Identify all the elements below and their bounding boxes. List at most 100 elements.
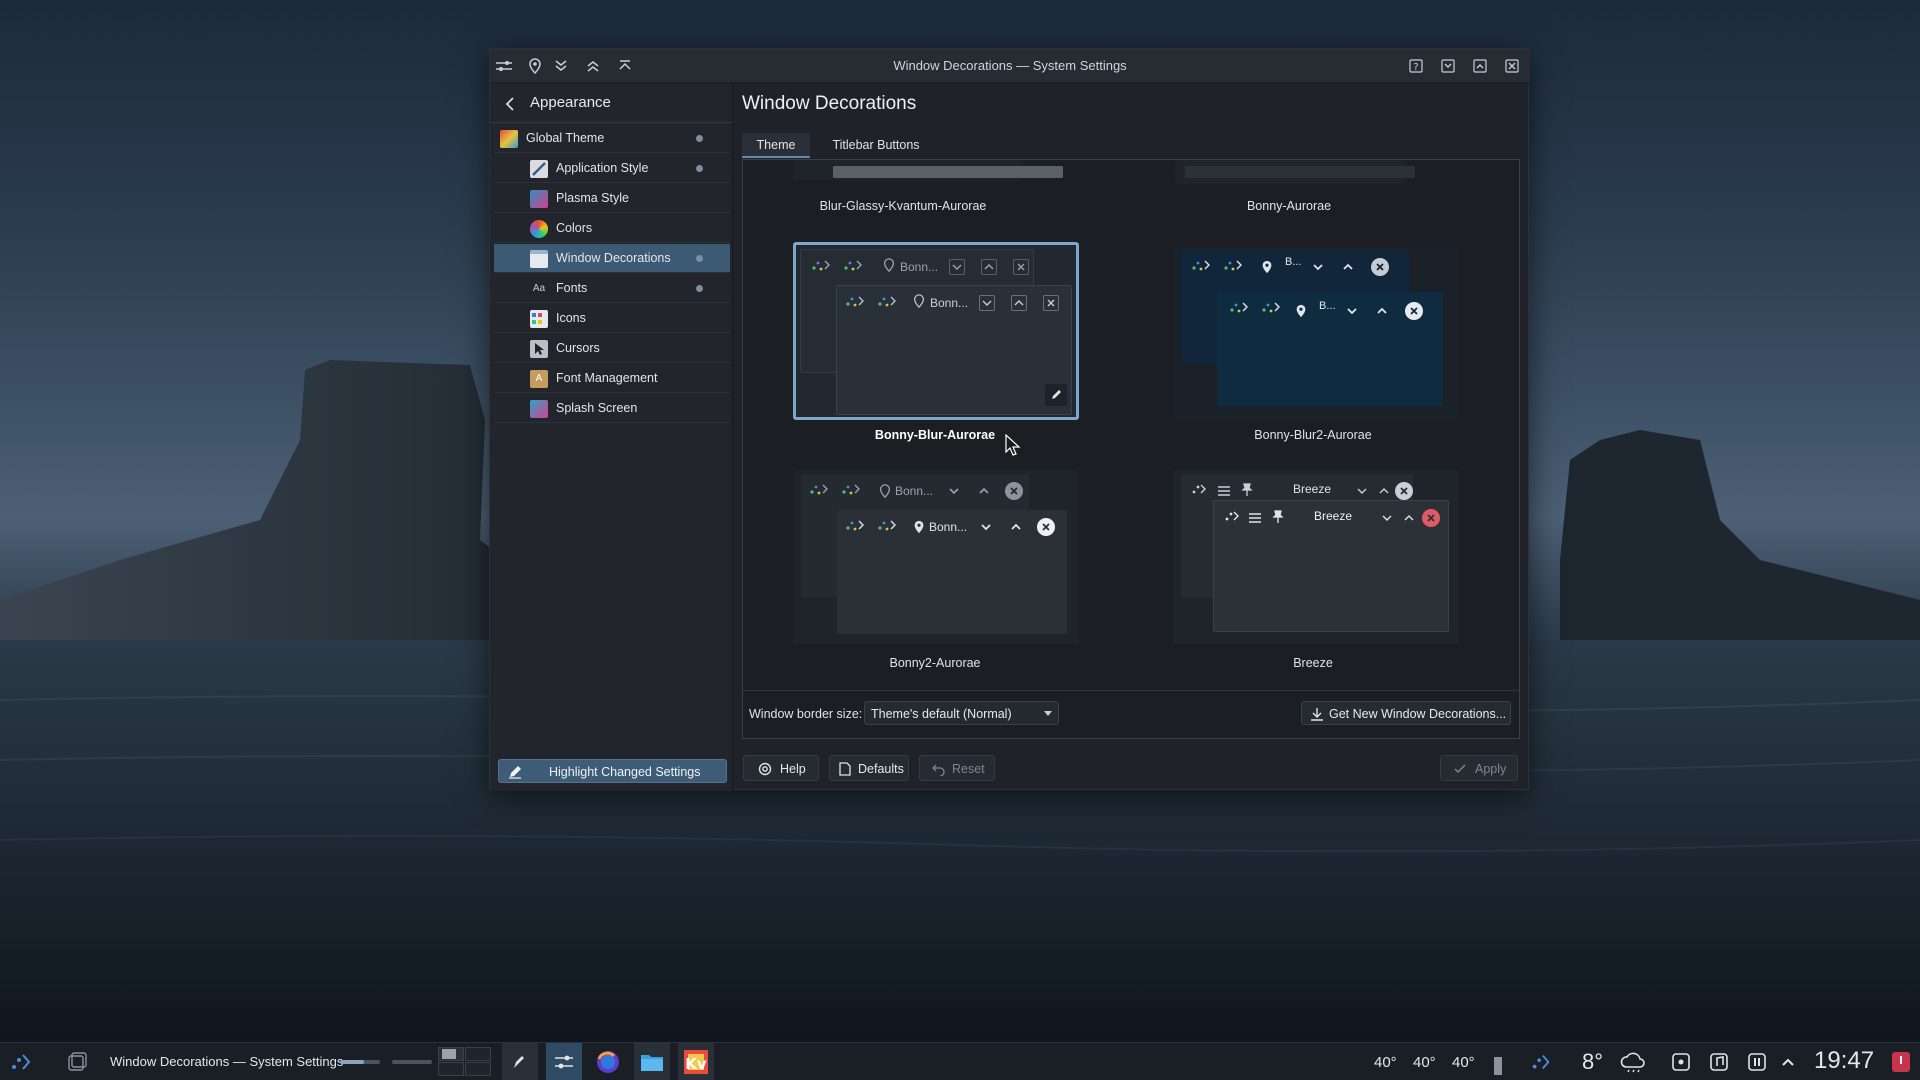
pen-app-icon[interactable] xyxy=(502,1043,538,1080)
back-arrow-icon[interactable] xyxy=(502,95,520,113)
pager-window-icon xyxy=(442,1049,456,1059)
cpu-temp-3: 40° xyxy=(1452,1054,1475,1071)
system-settings-app-icon[interactable] xyxy=(546,1043,582,1080)
minimize-icon xyxy=(1380,511,1394,530)
get-new-decorations-button[interactable]: Get New Window Decorations... xyxy=(1301,701,1511,725)
weather-cloud-icon[interactable] xyxy=(1618,1043,1648,1080)
reset-button[interactable]: Reset xyxy=(919,755,995,781)
preview-title: Breeze xyxy=(1293,482,1332,496)
firefox-icon[interactable] xyxy=(590,1043,626,1080)
progress-bar xyxy=(392,1060,432,1064)
sparkle-icon xyxy=(844,260,862,271)
tab-theme[interactable]: Theme xyxy=(742,133,810,158)
kvantum-manager-icon[interactable]: Kv xyxy=(678,1043,714,1080)
preview-title: Bonn... xyxy=(929,520,968,534)
themes-frame: Blur-Glassy-Kvantum-Aurorae Bonny-Aurora… xyxy=(742,159,1520,739)
preview-title: Bonn... xyxy=(895,484,934,498)
theme-preview-breeze[interactable]: Breeze Breeze xyxy=(1173,470,1459,644)
media-player-icon[interactable] xyxy=(1704,1043,1734,1080)
close-icon[interactable] xyxy=(1501,56,1523,76)
defaults-button[interactable]: Defaults xyxy=(829,755,909,781)
window-menu-icon[interactable] xyxy=(493,56,515,76)
pin-icon xyxy=(1261,260,1273,279)
theme-name: Blur-Glassy-Kvantum-Aurorae xyxy=(819,199,987,213)
sidebar-item-global-theme[interactable]: Global Theme xyxy=(494,124,730,153)
close-icon xyxy=(1405,302,1423,320)
help-label: Help xyxy=(780,762,806,776)
system-tray-expand-icon[interactable] xyxy=(1776,1043,1800,1080)
border-size-dropdown[interactable]: Theme's default (Normal) xyxy=(864,701,1059,725)
minimize-icon xyxy=(1311,260,1325,279)
global-theme-icon xyxy=(500,130,518,148)
sidebar-item-label: Fonts xyxy=(556,281,588,295)
sparkle-icon xyxy=(842,484,860,495)
sidebar-header: Appearance xyxy=(490,83,733,123)
fonts-icon: Aa xyxy=(532,283,546,294)
menu-icon xyxy=(1248,511,1262,529)
sidebar-item-window-decorations[interactable]: Window Decorations xyxy=(494,244,730,273)
tab-titlebar-buttons[interactable]: Titlebar Buttons xyxy=(820,133,932,158)
preview-title: B... xyxy=(1319,300,1336,312)
task-title[interactable]: Window Decorations — System Settings xyxy=(110,1054,343,1069)
mouse-cursor-icon xyxy=(1005,434,1021,456)
apply-button[interactable]: Apply xyxy=(1440,755,1518,781)
font-management-icon: A xyxy=(530,370,548,388)
theme-preview[interactable] xyxy=(793,160,1063,180)
sparkle-icon xyxy=(1224,260,1242,271)
theme-preview-bonny2-aurorae[interactable]: Bonn... Bonn... xyxy=(793,470,1079,644)
close-icon xyxy=(1013,259,1029,275)
show-desktop-icon[interactable] xyxy=(60,1043,94,1080)
sidebar: Appearance Global Theme Application Styl… xyxy=(490,83,733,791)
sidebar-item-colors[interactable]: Colors xyxy=(494,214,730,243)
help-icon[interactable]: ? xyxy=(1405,56,1427,76)
preview-title: Bonn... xyxy=(930,296,969,310)
sidebar-item-splash-screen[interactable]: Splash Screen xyxy=(494,394,730,423)
maximize-icon xyxy=(1011,295,1027,311)
sparkle-icon xyxy=(1230,302,1248,313)
document-icon xyxy=(839,762,851,781)
help-button[interactable]: Help xyxy=(743,755,819,781)
border-size-label: Window border size: xyxy=(749,707,863,721)
close-icon xyxy=(1422,509,1440,527)
pin-icon[interactable] xyxy=(524,56,546,76)
changed-indicator xyxy=(696,135,703,142)
pager[interactable] xyxy=(438,1047,492,1077)
sidebar-item-cursors[interactable]: Cursors xyxy=(494,334,730,363)
theme-preview-bonny-blur2-aurorae[interactable]: B... B... xyxy=(1173,246,1459,420)
sparkle-icon xyxy=(1262,302,1280,313)
screenshot-tool-icon[interactable] xyxy=(1666,1043,1696,1080)
power-icon[interactable] xyxy=(1888,1043,1914,1080)
cpu-temp-2: 40° xyxy=(1413,1054,1436,1071)
sidebar-item-font-management[interactable]: A Font Management xyxy=(494,364,730,393)
icons-icon xyxy=(530,310,548,328)
weather-temperature[interactable]: 8° xyxy=(1582,1049,1603,1075)
defaults-label: Defaults xyxy=(858,762,904,776)
keep-below-icon[interactable] xyxy=(550,56,572,76)
application-launcher-icon[interactable] xyxy=(4,1043,38,1080)
keep-above-icon[interactable] xyxy=(582,56,604,76)
highlight-changed-settings-button[interactable]: Highlight Changed Settings xyxy=(498,759,727,783)
sidebar-item-application-style[interactable]: Application Style xyxy=(494,154,730,183)
sidebar-item-fonts[interactable]: Aa Fonts xyxy=(494,274,730,303)
sidebar-item-plasma-style[interactable]: Plasma Style xyxy=(494,184,730,213)
highlight-button-label: Highlight Changed Settings xyxy=(549,765,701,779)
shade-icon[interactable] xyxy=(614,56,636,76)
preview-title: B... xyxy=(1285,256,1302,268)
theme-preview[interactable] xyxy=(1175,160,1415,184)
sidebar-item-label: Colors xyxy=(556,221,593,235)
edit-decoration-button[interactable] xyxy=(1045,384,1067,406)
clock[interactable]: 19:47 xyxy=(1814,1047,1874,1075)
minimize-icon[interactable] xyxy=(1437,56,1459,76)
taskbar: Window Decorations — System Settings Kv … xyxy=(0,1042,1920,1080)
file-manager-icon[interactable] xyxy=(634,1043,670,1080)
sidebar-item-icons[interactable]: Icons xyxy=(494,304,730,333)
lifebuoy-icon xyxy=(758,762,772,781)
sidebar-item-label: Plasma Style xyxy=(556,191,629,205)
titlebar: Window Decorations — System Settings ? xyxy=(490,49,1530,83)
svg-text:Kv: Kv xyxy=(685,1055,707,1073)
pause-icon[interactable] xyxy=(1742,1043,1772,1080)
theme-preview-bonny-blur-aurorae[interactable]: Bonn... Bonn... xyxy=(793,242,1079,420)
discover-icon[interactable] xyxy=(1526,1043,1556,1080)
maximize-icon[interactable] xyxy=(1469,56,1491,76)
system-settings-window: Window Decorations — System Settings ? A… xyxy=(489,48,1530,791)
